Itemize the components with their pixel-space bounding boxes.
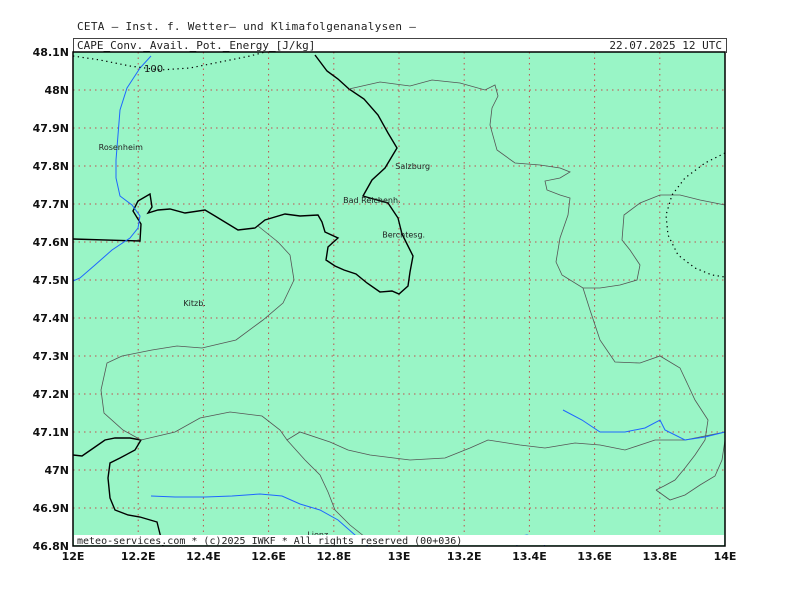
longitude-labels: 12E 12.2E 12.4E 12.6E 12.8E 13E 13.2E 13.4E 13.6…: [62, 550, 737, 563]
latitude-label: 47.8N: [33, 160, 69, 173]
longitude-label: 14E: [714, 550, 737, 563]
map-background: [73, 52, 725, 546]
latitude-labels: 48.1N 48N 47.9N 47.8N 47.7N 47.6N 47.5N 47.4N 47…: [33, 46, 69, 553]
city-label: Berchtesg.: [382, 230, 425, 239]
longitude-label: 13E: [388, 550, 411, 563]
contour-label: 100: [144, 64, 163, 75]
longitude-label: 13.4E: [512, 550, 547, 563]
latitude-label: 47.4N: [33, 312, 69, 325]
map-canvas: 100 Rosenheim Salzburg Bad Reichenh. Bercht…: [33, 46, 737, 563]
latitude-label: 47.7N: [33, 198, 69, 211]
longitude-label: 13.2E: [447, 550, 482, 563]
longitude-label: 12E: [62, 550, 85, 563]
city-label: Salzburg: [395, 162, 430, 171]
latitude-label: 47N: [44, 464, 69, 477]
city-label: Kitzb.: [183, 299, 205, 308]
longitude-label: 12.2E: [121, 550, 156, 563]
latitude-label: 47.2N: [33, 388, 69, 401]
latitude-label: 48.1N: [33, 46, 69, 59]
latitude-label: 47.5N: [33, 274, 69, 287]
longitude-label: 12.8E: [316, 550, 351, 563]
latitude-label: 46.9N: [33, 502, 69, 515]
longitude-label: 12.6E: [251, 550, 286, 563]
longitude-label: 13.6E: [577, 550, 612, 563]
latitude-label: 47.6N: [33, 236, 69, 249]
city-label: Bad Reichenh.: [343, 196, 400, 205]
city-label: Rosenheim: [99, 143, 143, 152]
latitude-label: 47.1N: [33, 426, 69, 439]
credit-text: meteo-services.com * (c)2025 IWKF * All …: [77, 536, 462, 547]
latitude-label: 47.9N: [33, 122, 69, 135]
latitude-label: 48N: [44, 84, 69, 97]
latitude-label: 47.3N: [33, 350, 69, 363]
longitude-label: 13.8E: [642, 550, 677, 563]
longitude-label: 12.4E: [186, 550, 221, 563]
